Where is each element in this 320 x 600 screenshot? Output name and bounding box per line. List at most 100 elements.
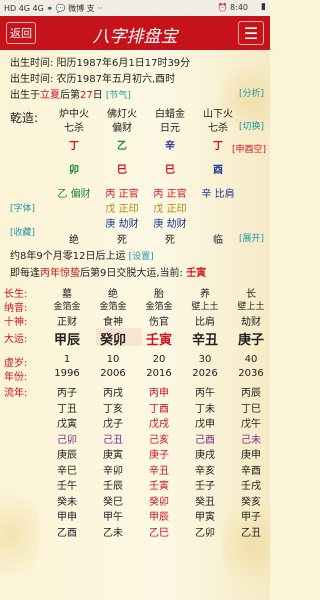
liunian-item: 己丑	[103, 434, 123, 446]
nayin-hour: 山下火	[203, 109, 233, 120]
liunian-item: 庚子	[149, 450, 169, 461]
dayun-shishen: 伤官	[149, 317, 169, 328]
status-left-icons: HD 4G 4G ⚭ 💬 微博 支 ··	[4, 4, 103, 13]
dayun-nayin: 壁上土	[191, 302, 219, 312]
jieqi-day: 27	[80, 90, 93, 101]
switch-link[interactable]: [切换]	[239, 119, 264, 132]
solar-birth-time: 出生时间: 阳历1987年6月1日17时39分	[10, 58, 191, 69]
liunian-item: 癸亥	[241, 496, 261, 508]
font-link[interactable]: [字体]	[10, 201, 35, 214]
dayun-ganzhi: 癸卯	[99, 333, 126, 348]
collect-link[interactable]: [收藏]	[10, 225, 35, 238]
liunian-item: 辛亥	[195, 465, 215, 477]
status-bar: HD 4G 4G ⚭ 💬 微博 支 ·· ⏰ 8:40 ▮	[0, 0, 270, 16]
liunian-item: 戊申	[195, 419, 215, 430]
dayun-ganzhi: 庚子	[237, 333, 264, 348]
dayun-nayin: 壁上土	[237, 302, 265, 312]
liunian-item: 己卯	[57, 434, 77, 446]
kongwang-badge: [申酉空]	[231, 145, 266, 155]
hidden-year-1: 乙 偏财	[57, 189, 91, 200]
dayun-xusui: 1	[63, 354, 71, 365]
label-dayun: 大运:	[4, 334, 28, 345]
hidden-day-3: 庚 劫财	[153, 219, 187, 230]
hidden-hour-1: 辛 比肩	[201, 189, 235, 200]
liunian-item: 甲寅	[195, 512, 215, 523]
liunian-item: 壬寅	[149, 481, 169, 492]
yun-detail-mid: 后第9日交脱大运,当前:	[80, 268, 183, 279]
dayun-year: 2016	[146, 368, 172, 379]
hidden-day-2: 戊 正印	[153, 204, 187, 215]
settings-link[interactable]: [设置]	[129, 252, 154, 262]
battery-icon: ▮	[261, 2, 266, 12]
liunian-item: 丁亥	[103, 403, 123, 415]
shishen-day: 日元	[160, 123, 180, 134]
yun-detail-term: 惊蛰	[60, 268, 80, 279]
liunian-item: 壬戌	[241, 481, 261, 492]
changsheng-month: 死	[117, 235, 127, 246]
liunian-item: 丁未	[195, 403, 215, 415]
liunian-item: 丙午	[195, 388, 215, 399]
label-liunian: 流年:	[4, 388, 28, 399]
hidden-day-1: 丙 正官	[153, 189, 187, 200]
dayun-ganzhi: 甲辰	[53, 333, 80, 348]
dayun-nayin: 金箔金	[99, 302, 127, 312]
liunian-item: 甲申	[57, 512, 77, 523]
liunian-item: 甲午	[103, 512, 123, 523]
dayun-changsheng: 绝	[108, 289, 118, 300]
liunian-item: 庚戌	[195, 450, 215, 461]
hidden-month-2: 戊 正印	[105, 204, 139, 215]
liunian-item: 戊戌	[149, 419, 169, 430]
hidden-month-1: 丙 正官	[105, 189, 139, 200]
lunar-birth-time: 出生时间: 农历1987年五月初六,酉时	[10, 74, 176, 85]
jieqi-mid: 后第	[60, 90, 80, 101]
liunian-item: 壬午	[57, 481, 77, 492]
dayun-ganzhi: 辛丑	[191, 333, 218, 348]
liunian-item: 丁巳	[241, 403, 261, 415]
current-dayun: 壬寅	[186, 268, 207, 279]
menu-icon[interactable]: ☰	[238, 21, 264, 45]
liunian-item: 壬辰	[103, 481, 123, 492]
liunian-item: 丁酉	[149, 403, 169, 415]
status-clock: ⏰ 8:40	[217, 3, 248, 12]
expand-link[interactable]: [展开]	[239, 231, 264, 244]
dayun-changsheng: 长	[246, 289, 256, 300]
gan-month: 乙	[117, 141, 127, 152]
zhi-hour: 酉	[213, 165, 223, 176]
dayun-shishen: 比肩	[195, 317, 215, 328]
changsheng-hour: 临	[213, 235, 223, 246]
liunian-item: 丙辰	[241, 388, 261, 399]
liunian-item: 丙戌	[103, 388, 123, 399]
dayun-year: 2006	[100, 368, 126, 379]
shishen-year: 七杀	[64, 123, 84, 134]
analysis-link[interactable]: [分析]	[239, 86, 264, 99]
dayun-shishen: 正财	[57, 317, 77, 328]
yun-start-text: 约8年9个月零12日后上运	[10, 251, 126, 262]
liunian-item: 癸未	[57, 496, 77, 508]
liunian-item: 戊子	[103, 419, 123, 430]
liunian-item: 庚寅	[103, 450, 123, 461]
dayun-shishen: 劫财	[241, 317, 261, 328]
liunian-item: 丁丑	[57, 403, 77, 415]
shishen-month: 偏财	[112, 123, 132, 134]
liunian-item: 己酉	[195, 434, 215, 446]
liunian-item: 乙巳	[149, 527, 169, 539]
dayun-ganzhi: 壬寅	[145, 333, 172, 348]
dayun-xusui: 10	[106, 354, 120, 365]
dayun-changsheng: 墓	[62, 289, 72, 300]
liunian-item: 癸卯	[149, 496, 169, 508]
liunian-item: 己亥	[149, 434, 169, 446]
dayun-year: 2026	[192, 368, 218, 379]
liunian-item: 乙丑	[241, 527, 261, 539]
gan-day: 辛	[165, 141, 175, 152]
label-changsheng: 长生:	[4, 289, 28, 300]
nayin-month: 佛灯火	[107, 109, 137, 120]
liunian-item: 戊寅	[57, 419, 77, 430]
app-title: 八字排盘宝	[92, 27, 178, 47]
dayun-nayin: 金箔金	[53, 302, 81, 312]
yun-detail-line: 即每逢丙年惊蛰后第9日交脱大运,当前: 壬寅	[10, 264, 206, 279]
app-header: 返回 八字排盘宝 ☰	[0, 16, 270, 50]
liunian-item: 癸巳	[103, 496, 123, 508]
dayun-year: 1996	[54, 368, 80, 379]
jieqi-link[interactable]: [节气]	[106, 91, 131, 101]
dayun-changsheng: 养	[200, 289, 210, 300]
